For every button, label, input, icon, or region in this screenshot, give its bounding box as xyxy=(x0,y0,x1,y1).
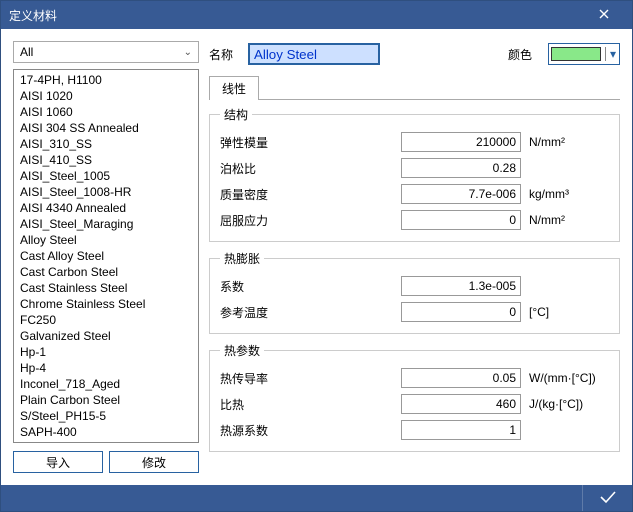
color-swatch xyxy=(551,47,601,61)
group-thermal-expansion: 热膨胀 系数 参考温度 [°C] xyxy=(209,250,620,334)
row-coefficient: 系数 xyxy=(220,273,609,299)
titlebar: 定义材料 xyxy=(1,1,632,29)
row-mass-density: 质量密度 kg/mm³ xyxy=(220,181,609,207)
list-item[interactable]: FC250 xyxy=(14,312,198,328)
tab-bar: 线性 xyxy=(209,75,620,100)
footer-bar xyxy=(1,485,632,511)
list-item[interactable]: AISI_Steel_1008-HR xyxy=(14,184,198,200)
input-elastic-modulus[interactable] xyxy=(401,132,521,152)
list-item[interactable]: Cast Stainless Steel xyxy=(14,280,198,296)
close-button[interactable] xyxy=(584,1,624,29)
label-poisson: 泊松比 xyxy=(220,160,310,177)
row-specific-heat: 比热 J/(kg·[°C]) xyxy=(220,391,609,417)
left-buttons: 导入 修改 xyxy=(13,451,199,473)
unit-yield-stress: N/mm² xyxy=(529,213,609,227)
filter-select[interactable]: All ⌄ xyxy=(13,41,199,63)
list-item[interactable]: AISI_Steel_Maraging xyxy=(14,216,198,232)
list-item[interactable]: Chrome Stainless Steel xyxy=(14,296,198,312)
label-specific-heat: 比热 xyxy=(220,396,310,413)
list-item[interactable]: AISI 1060 xyxy=(14,104,198,120)
list-item[interactable]: AISI 304 SS Annealed xyxy=(14,120,198,136)
unit-specific-heat: J/(kg·[°C]) xyxy=(529,397,609,411)
list-item[interactable]: 17-4PH, H1100 xyxy=(14,72,198,88)
input-heat-source-coef[interactable] xyxy=(401,420,521,440)
input-ref-temp[interactable] xyxy=(401,302,521,322)
label-conductivity: 热传导率 xyxy=(220,370,310,387)
tab-linear[interactable]: 线性 xyxy=(209,76,259,100)
list-item[interactable]: SAPH-400 xyxy=(14,424,198,440)
input-coefficient[interactable] xyxy=(401,276,521,296)
material-list[interactable]: 17-4PH, H1100AISI 1020AISI 1060AISI 304 … xyxy=(13,69,199,443)
list-item[interactable]: AISI_410_SS xyxy=(14,152,198,168)
check-icon xyxy=(599,490,617,507)
row-ref-temp: 参考温度 [°C] xyxy=(220,299,609,325)
list-item[interactable]: S/Steel_PH15-5 xyxy=(14,408,198,424)
list-item[interactable]: AISI_Steel_1005 xyxy=(14,168,198,184)
list-item[interactable]: Galvanized Steel xyxy=(14,328,198,344)
unit-mass-density: kg/mm³ xyxy=(529,187,609,201)
group-thermal-exp-legend: 热膨胀 xyxy=(220,250,264,267)
label-elastic-modulus: 弹性模量 xyxy=(220,134,310,151)
list-item[interactable]: AISI 1020 xyxy=(14,88,198,104)
list-item[interactable]: Cast Alloy Steel xyxy=(14,248,198,264)
top-row: 名称 颜色 ▾ xyxy=(209,41,620,67)
row-conductivity: 热传导率 W/(mm·[°C]) xyxy=(220,365,609,391)
label-heat-source-coef: 热源系数 xyxy=(220,422,310,439)
list-item[interactable]: AISI_310_SS xyxy=(14,136,198,152)
label-coefficient: 系数 xyxy=(220,278,310,295)
name-input[interactable] xyxy=(249,44,379,64)
confirm-button[interactable] xyxy=(582,485,632,511)
filter-value: All xyxy=(20,45,33,59)
import-button[interactable]: 导入 xyxy=(13,451,103,473)
group-structure: 结构 弹性模量 N/mm² 泊松比 质量密度 xyxy=(209,106,620,242)
row-poisson: 泊松比 xyxy=(220,155,609,181)
input-conductivity[interactable] xyxy=(401,368,521,388)
chevron-down-icon: ▾ xyxy=(605,47,617,61)
list-item[interactable]: Plain Carbon Steel xyxy=(14,392,198,408)
list-item[interactable]: Inconel_718_Aged xyxy=(14,376,198,392)
window-title: 定义材料 xyxy=(9,7,584,24)
property-groups: 结构 弹性模量 N/mm² 泊松比 质量密度 xyxy=(209,100,620,473)
input-poisson[interactable] xyxy=(401,158,521,178)
input-yield-stress[interactable] xyxy=(401,210,521,230)
label-mass-density: 质量密度 xyxy=(220,186,310,203)
color-label: 颜色 xyxy=(508,46,538,63)
unit-conductivity: W/(mm·[°C]) xyxy=(529,371,609,385)
left-column: All ⌄ 17-4PH, H1100AISI 1020AISI 1060AIS… xyxy=(13,41,199,473)
unit-elastic-modulus: N/mm² xyxy=(529,135,609,149)
color-picker[interactable]: ▾ xyxy=(548,43,620,65)
list-item[interactable]: Cast Carbon Steel xyxy=(14,264,198,280)
material-definition-window: 定义材料 All ⌄ 17-4PH, H1100AISI 1020AISI 10… xyxy=(0,0,633,512)
input-mass-density[interactable] xyxy=(401,184,521,204)
close-icon xyxy=(599,8,609,22)
group-structure-legend: 结构 xyxy=(220,106,252,123)
content-area: All ⌄ 17-4PH, H1100AISI 1020AISI 1060AIS… xyxy=(1,29,632,485)
group-thermal-param-legend: 热参数 xyxy=(220,342,264,359)
row-yield-stress: 屈服应力 N/mm² xyxy=(220,207,609,233)
label-yield-stress: 屈服应力 xyxy=(220,212,310,229)
name-label: 名称 xyxy=(209,46,239,63)
list-item[interactable]: Hp-4 xyxy=(14,360,198,376)
list-item[interactable]: AISI 4340 Annealed xyxy=(14,200,198,216)
row-heat-source-coef: 热源系数 xyxy=(220,417,609,443)
list-item[interactable]: Alloy Steel xyxy=(14,232,198,248)
modify-button[interactable]: 修改 xyxy=(109,451,199,473)
right-column: 名称 颜色 ▾ 线性 结构 弹性模量 xyxy=(209,41,620,473)
unit-ref-temp: [°C] xyxy=(529,305,609,319)
label-ref-temp: 参考温度 xyxy=(220,304,310,321)
list-item[interactable]: Hp-1 xyxy=(14,344,198,360)
input-specific-heat[interactable] xyxy=(401,394,521,414)
chevron-down-icon: ⌄ xyxy=(184,47,192,58)
row-elastic-modulus: 弹性模量 N/mm² xyxy=(220,129,609,155)
group-thermal-params: 热参数 热传导率 W/(mm·[°C]) 比热 J/(kg·[°C]) xyxy=(209,342,620,452)
